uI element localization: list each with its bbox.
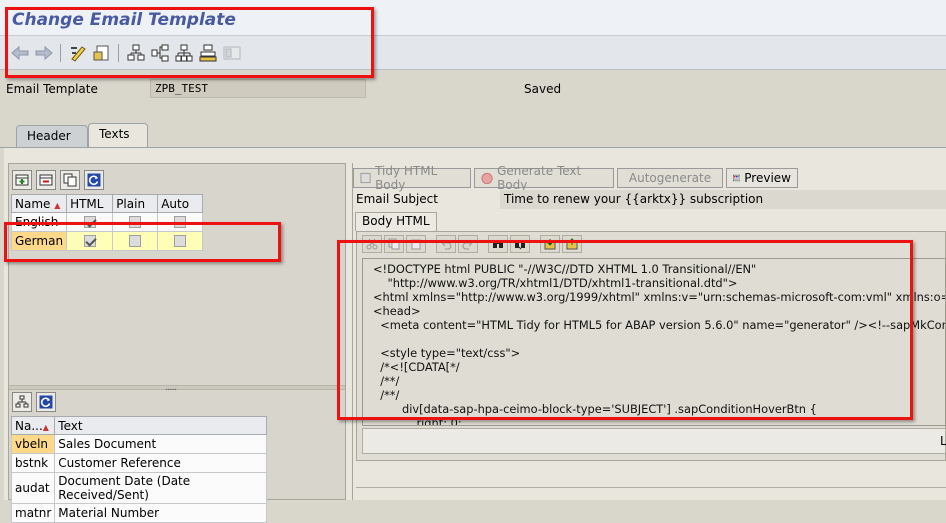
field-name: bstnk [10, 453, 56, 473]
column-header-auto[interactable]: Auto [157, 194, 203, 213]
column-header-name[interactable]: Name ▲ [10, 194, 68, 213]
divider [356, 487, 946, 488]
column-header-html[interactable]: HTML [66, 194, 114, 213]
editor-line-indicator: L [940, 434, 946, 448]
language-toolbar [12, 170, 104, 190]
autogenerate-button[interactable]: Autogenerate [617, 168, 723, 188]
preview-label: Preview [744, 171, 791, 185]
tidy-icon [360, 172, 371, 184]
email-subject-label: Email Subject [356, 192, 438, 206]
tidy-html-button[interactable]: Tidy HTML Body [353, 164, 471, 192]
field-name: matnr [10, 503, 56, 523]
highlight-box-german-row [4, 222, 281, 262]
add-row-icon[interactable] [12, 170, 32, 190]
refresh-icon[interactable] [84, 170, 104, 190]
generate-icon [481, 172, 493, 184]
table-row[interactable]: audat Document Date (Date Received/Sent) [10, 472, 267, 504]
editor-status-line [362, 428, 946, 454]
column-header-text[interactable]: Text [54, 416, 267, 435]
sort-indicator-icon: ▲ [54, 200, 61, 210]
sort-indicator-icon: ▲ [42, 422, 49, 432]
tab-header[interactable]: Header [16, 125, 88, 147]
field-text: Customer Reference [54, 453, 267, 473]
fields-toolbar [12, 392, 56, 412]
autogenerate-label: Autogenerate [628, 171, 712, 185]
field-name: vbeln [10, 434, 56, 454]
table-row[interactable]: vbeln Sales Document [10, 434, 267, 454]
generate-text-body-label: Generate Text Body [497, 164, 582, 192]
column-header-field-name[interactable]: Na...▲ [10, 416, 56, 435]
tab-texts[interactable]: Texts [88, 123, 148, 148]
status-text: Saved [524, 82, 562, 96]
highlight-box-title [5, 7, 374, 78]
email-template-field: ZPB_TEST [150, 79, 366, 98]
panel-splitter[interactable] [9, 385, 345, 390]
tab-texts-label: Texts [99, 127, 130, 141]
field-text: Material Number [54, 503, 267, 523]
preview-button[interactable]: Preview [726, 168, 798, 188]
fields-table: Na...▲ Text vbeln Sales Document bstnk C… [10, 416, 267, 523]
preview-icon [733, 174, 741, 182]
generate-text-body-button[interactable]: Generate Text Body [474, 164, 614, 192]
tab-body-html[interactable]: Body HTML [355, 212, 437, 231]
highlight-box-code [337, 240, 913, 420]
email-subject-input[interactable]: Time to renew your {{arktx}} subscriptio… [500, 190, 946, 209]
copy-icon[interactable] [60, 170, 80, 190]
tidy-html-label: Tidy HTML Body [375, 164, 438, 192]
delete-row-icon[interactable] [36, 170, 56, 190]
field-name: audat [10, 472, 56, 504]
table-row[interactable]: matnr Material Number [10, 503, 267, 523]
field-text: Document Date (Date Received/Sent) [54, 472, 267, 504]
splitter-grip-icon[interactable]: ...... [165, 383, 177, 393]
email-template-label: Email Template [6, 82, 98, 96]
structure-icon[interactable] [12, 392, 32, 412]
refresh-icon[interactable] [36, 392, 56, 412]
field-text: Sales Document [54, 434, 267, 454]
column-header-plain[interactable]: Plain [112, 194, 159, 213]
tab-header-label: Header [27, 129, 71, 143]
table-row[interactable]: bstnk Customer Reference [10, 453, 267, 473]
